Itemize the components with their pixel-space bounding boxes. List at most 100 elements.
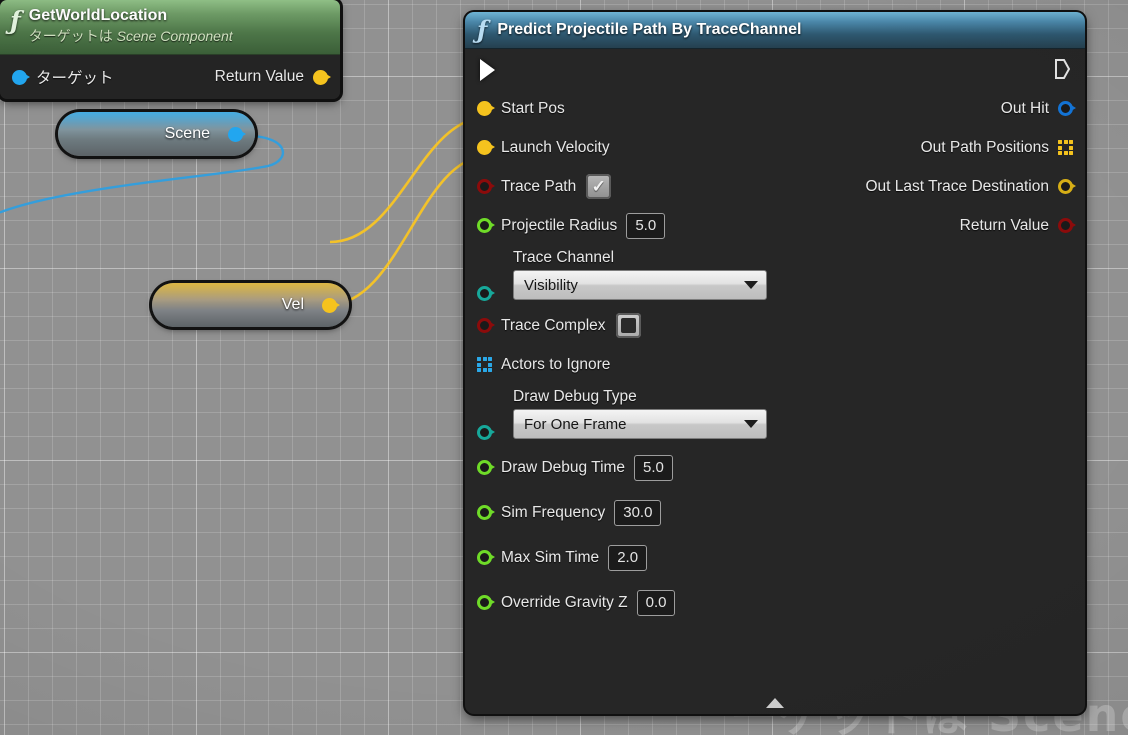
getworldlocation-title: GetWorldLocation <box>28 7 168 24</box>
array-cell-gap <box>483 363 487 367</box>
output-pin-out-last-trace-destination[interactable]: Out Last Trace Destination <box>865 178 1076 196</box>
function-node-getworldlocation[interactable]: ƒ GetWorldLocation ターゲットは Scene Componen… <box>0 0 340 99</box>
trace-complex-label: Trace Complex <box>501 316 606 334</box>
checkbox-empty-inner <box>620 318 636 333</box>
subtitle-prefix: ターゲットは <box>28 28 117 44</box>
start-pos-label: Start Pos <box>501 99 565 117</box>
vel-output-pin[interactable] <box>322 297 340 313</box>
pin-nub-icon <box>490 105 495 111</box>
target-input-pin[interactable] <box>12 69 30 85</box>
max-sim-time-input[interactable]: 2.0 <box>608 544 648 571</box>
out-hit-label: Out Hit <box>1000 99 1049 117</box>
max-sim-time-pin[interactable] <box>477 550 495 565</box>
target-input-label: ターゲット <box>36 70 114 87</box>
pin-nub-icon <box>1071 183 1076 189</box>
array-cell <box>477 368 481 372</box>
function-node-titlebar[interactable]: ƒ Predict Projectile Path By TraceChanne… <box>465 12 1085 49</box>
draw-debug-time-pin[interactable] <box>477 460 495 475</box>
draw-debug-type-dropdown[interactable]: For One Frame <box>513 409 767 439</box>
output-pin-out-path-positions[interactable]: Out Path Positions <box>921 139 1073 157</box>
pin-nub-icon <box>490 599 495 605</box>
trace-channel-dropdown[interactable]: Visibility <box>513 270 767 300</box>
pin-nub-icon <box>490 509 495 515</box>
sim-frequency-pin[interactable] <box>477 505 495 520</box>
getworldlocation-subtitle: ターゲットは Scene Component <box>29 26 233 46</box>
array-cell <box>1069 145 1073 150</box>
function-node-predict-projectile-path[interactable]: ƒ Predict Projectile Path By TraceChanne… <box>465 12 1085 714</box>
projectile-radius-input[interactable]: 5.0 <box>626 212 666 239</box>
trace-channel-label: Trace Channel <box>513 249 615 266</box>
override-gravity-z-pin[interactable] <box>477 595 495 610</box>
out-last-trace-destination-pin[interactable] <box>1058 179 1076 194</box>
draw-debug-time-input[interactable]: 5.0 <box>634 454 673 481</box>
array-cell <box>488 357 492 361</box>
projectile-radius-pin[interactable] <box>477 218 495 233</box>
row-draw-debug-time: Draw Debug Time 5.0 <box>465 445 1085 490</box>
input-pin-projectile-radius[interactable]: Projectile Radius 5.0 <box>477 212 666 239</box>
row-trace-channel: Trace Channel Visibility <box>465 245 1085 306</box>
pin-nub-icon <box>25 73 30 80</box>
out-path-positions-array-pin[interactable] <box>1058 140 1073 155</box>
draw-debug-type-pin[interactable] <box>477 425 495 440</box>
pin-nub-icon <box>241 130 246 137</box>
row-startpos-outhit: Start Pos Out Hit <box>465 89 1085 128</box>
row-launchvelocity-outpathpositions: Launch Velocity Out Path Positions <box>465 128 1085 167</box>
variable-node-vel[interactable]: Vel <box>152 283 349 327</box>
output-pin-out-hit[interactable]: Out Hit <box>1000 99 1076 118</box>
trace-channel-pin[interactable] <box>477 286 495 301</box>
getworldlocation-output-group[interactable]: Return Value <box>214 68 331 86</box>
output-pin-return-value[interactable]: Return Value <box>959 216 1076 235</box>
return-value-output-label: Return Value <box>214 68 304 85</box>
vel-node-label: Vel <box>281 296 304 313</box>
out-hit-pin[interactable] <box>1058 101 1076 116</box>
sim-frequency-input[interactable]: 30.0 <box>614 499 662 526</box>
sim-frequency-label: Sim Frequency <box>501 503 606 521</box>
blueprint-graph-canvas[interactable]: ーゲットは Scene Component Scene Vel ƒ GetWor… <box>0 0 1128 735</box>
input-pin-start-pos[interactable]: Start Pos <box>477 100 565 118</box>
array-cell <box>1063 140 1068 144</box>
trace-path-pin[interactable] <box>477 179 495 194</box>
getworldlocation-header: ƒ GetWorldLocation ターゲットは Scene Componen… <box>0 0 340 55</box>
row-tracepath-outlasttracedestination: Trace Path ✓ Out Last Trace Destination <box>465 167 1085 206</box>
pin-nub-icon <box>490 554 495 560</box>
row-max-sim-time: Max Sim Time 2.0 <box>465 535 1085 580</box>
override-gravity-z-input[interactable]: 0.0 <box>636 589 676 616</box>
pin-nub-icon <box>490 144 495 150</box>
array-cell <box>482 368 487 372</box>
trace-path-checkbox[interactable]: ✓ <box>586 174 612 199</box>
getworldlocation-input-group[interactable]: ターゲット <box>12 66 114 88</box>
array-cell <box>1069 151 1073 155</box>
trace-channel-value: Visibility <box>524 276 578 294</box>
exec-out-arrow-icon[interactable] <box>1054 58 1071 80</box>
pin-nub-icon <box>490 429 495 435</box>
pin-nub-icon <box>490 290 495 296</box>
return-value-output-pin[interactable] <box>313 69 331 85</box>
collapse-caret-icon[interactable] <box>465 698 1085 708</box>
scene-output-pin[interactable] <box>228 126 246 142</box>
return-value-pin[interactable] <box>1058 218 1076 233</box>
trace-complex-checkbox[interactable] <box>615 313 641 338</box>
trace-complex-pin[interactable] <box>477 318 495 333</box>
function-node-title: Predict Projectile Path By TraceChannel <box>497 21 802 38</box>
return-value-label: Return Value <box>959 216 1049 234</box>
row-override-gravity-z: Override Gravity Z 0.0 <box>465 580 1085 625</box>
array-cell <box>1058 145 1062 150</box>
input-pin-launch-velocity[interactable]: Launch Velocity <box>477 139 610 157</box>
pin-nub-icon <box>490 322 495 328</box>
start-pos-pin[interactable] <box>477 101 495 116</box>
draw-debug-type-value: For One Frame <box>524 415 627 433</box>
chevron-down-icon <box>744 420 758 428</box>
exec-in-arrow-icon[interactable] <box>480 59 495 81</box>
launch-velocity-pin[interactable] <box>477 140 495 155</box>
row-actors-to-ignore: Actors to Ignore <box>465 345 1085 384</box>
variable-node-scene[interactable]: Scene <box>58 112 255 156</box>
pin-nub-icon <box>490 222 495 228</box>
input-pin-trace-path[interactable]: Trace Path ✓ <box>477 174 612 199</box>
projectile-radius-label: Projectile Radius <box>501 216 618 234</box>
pin-nub-icon <box>335 301 340 308</box>
draw-debug-time-label: Draw Debug Time <box>501 458 626 476</box>
pin-nub-icon <box>1071 105 1076 111</box>
array-cell <box>488 362 492 367</box>
row-trace-complex: Trace Complex <box>465 306 1085 345</box>
actors-to-ignore-array-pin[interactable] <box>477 357 492 372</box>
